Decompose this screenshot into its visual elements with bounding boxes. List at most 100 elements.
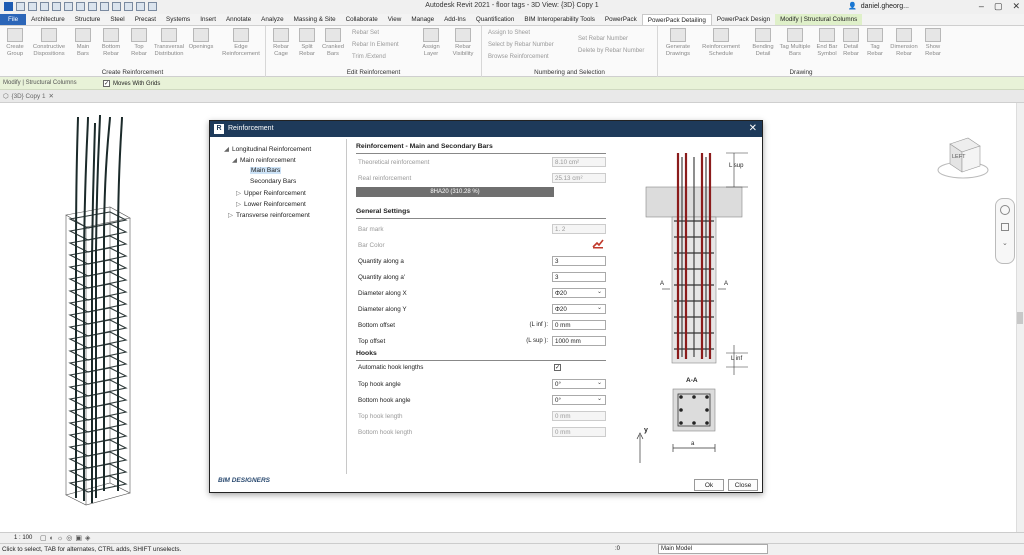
tree-secondary-bars[interactable]: Secondary Bars (250, 178, 296, 185)
assign-to-sheet-button[interactable]: Assign to Sheet (488, 30, 530, 36)
steering-wheel-icon[interactable] (1000, 205, 1010, 215)
close-button[interactable]: Close (728, 479, 758, 491)
dimension-rebar-icon (896, 28, 912, 42)
tab-precast[interactable]: Precast (130, 14, 161, 25)
moves-with-grids-checkbox[interactable]: ✓ (103, 80, 110, 87)
tab-modify-structural-columns[interactable]: Modify | Structural Columns (775, 14, 863, 25)
tab-powerpack-detailing[interactable]: PowerPack Detailing (641, 14, 712, 25)
bar-color-picker-icon[interactable] (592, 239, 604, 249)
tree-main-reinforcement[interactable]: ◢ Main reinforcement (232, 156, 296, 164)
tab-steel[interactable]: Steel (105, 14, 129, 25)
tree-main-bars[interactable]: Main Bars (250, 167, 282, 174)
edge-reinforcement-button[interactable]: Edge Reinforcement (220, 28, 262, 57)
browse-reinforcement-button[interactable]: Browse Reinforcement (488, 54, 549, 60)
tab-architecture[interactable]: Architecture (26, 14, 70, 25)
main-bars-button[interactable]: Main Bars (70, 28, 96, 57)
rebar-cage-button[interactable]: Rebar Cage (268, 28, 294, 57)
view-cube[interactable]: LEFT (936, 132, 990, 182)
close-window-button[interactable]: ✕ (1012, 1, 1020, 12)
tab-view[interactable]: View (383, 14, 407, 25)
quantity-along-a-input[interactable]: 3 (552, 256, 606, 266)
tree-expand-icon[interactable]: ◢ (232, 157, 237, 164)
view-tab-strip: ⬡ {3D} Copy 1 ✕ (0, 90, 1024, 103)
ribbon-group-label: Edit Reinforcement (346, 69, 401, 76)
end-bar-symbol-button[interactable]: End Bar Symbol (814, 28, 840, 57)
rebar-visibility-button[interactable]: Rebar Visibility (450, 28, 476, 57)
bottom-rebar-button[interactable]: Bottom Rebar (98, 28, 124, 57)
delete-by-rebar-number-button[interactable]: Delete by Rebar Number (578, 48, 644, 54)
title-bar: Autodesk Revit 2021 - floor tags - 3D Vi… (0, 0, 1024, 14)
top-hook-angle-select[interactable]: 0° (552, 379, 606, 389)
active-model-select[interactable]: Main Model (658, 544, 768, 554)
detail-rebar-button[interactable]: Detail Rebar (838, 28, 864, 57)
rebar-set-button[interactable]: Rebar Set (352, 30, 379, 36)
tree-expand-icon[interactable]: ◢ (224, 146, 229, 153)
bottom-hook-angle-select[interactable]: 0° (552, 395, 606, 405)
tree-expand-icon[interactable]: ▷ (236, 201, 241, 208)
transversal-distribution-button[interactable]: Transversal Distribution (152, 28, 186, 57)
section-bar-dot (679, 408, 683, 412)
tab-insert[interactable]: Insert (195, 14, 221, 25)
tab-powerpack[interactable]: PowerPack (600, 14, 642, 25)
view-tab-3d-copy-1[interactable]: ⬡ {3D} Copy 1 ✕ (3, 93, 54, 100)
bending-detail-button[interactable]: Bending Detail (750, 28, 776, 57)
tab-file[interactable]: File (0, 14, 27, 25)
tree-expand-icon[interactable]: ▷ (236, 190, 241, 197)
top-offset-input[interactable]: 1000 mm (552, 336, 606, 346)
create-group-button[interactable]: Create Group (2, 28, 28, 57)
zoom-dropdown-icon[interactable]: ⌄ (1002, 239, 1008, 247)
tab-massing-site[interactable]: Massing & Site (289, 14, 341, 25)
top-hook-length-field: 0 mm (552, 411, 606, 421)
tab-manage[interactable]: Manage (406, 14, 439, 25)
openings-button[interactable]: Openings (188, 28, 214, 51)
tab-collaborate[interactable]: Collaborate (341, 14, 383, 25)
tab-quantification[interactable]: Quantification (471, 14, 520, 25)
rebar-in-element-button[interactable]: Rebar In Element (352, 42, 399, 48)
set-rebar-number-button[interactable]: Set Rebar Number (578, 36, 628, 42)
moves-with-grids-option[interactable]: ✓ Moves With Grids (103, 80, 160, 87)
tree-expand-icon[interactable]: ▷ (228, 212, 233, 219)
tab-bim-interoperability[interactable]: BIM Interoperability Tools (519, 14, 600, 25)
minimize-button[interactable]: – (979, 1, 984, 12)
tab-add-ins[interactable]: Add-Ins (439, 14, 471, 25)
bottom-offset-input[interactable]: 0 mm (552, 320, 606, 330)
tree-transverse-reinforcement[interactable]: ▷ Transverse reinforcement (228, 211, 310, 219)
tag-rebar-button[interactable]: Tag Rebar (862, 28, 888, 57)
generate-drawings-icon (670, 28, 686, 42)
dimension-rebar-button[interactable]: Dimension Rebar (888, 28, 920, 57)
close-view-tab-icon[interactable]: ✕ (48, 93, 53, 100)
reinforcement-schedule-button[interactable]: Reinforcement Schedule (700, 28, 742, 57)
select-by-rebar-number-button[interactable]: Select by Rebar Number (488, 42, 554, 48)
diameter-along-x-select[interactable]: Φ20 (552, 288, 606, 298)
tag-multiple-bars-button[interactable]: Tag Multiple Bars (778, 28, 812, 57)
ok-button[interactable]: Ok (694, 479, 724, 491)
show-rebar-button[interactable]: Show Rebar (920, 28, 946, 57)
zoom-icon[interactable] (1001, 223, 1009, 231)
diameter-along-y-select[interactable]: Φ20 (552, 304, 606, 314)
view-control-icons[interactable]: ▢◐☼◎▣◈ (40, 534, 93, 542)
trim-extend-button[interactable]: Trim /Extend (352, 54, 386, 60)
user-area[interactable]: 👤 daniel.gheorg... (848, 2, 909, 11)
automatic-hook-lengths-checkbox[interactable]: ✓ (554, 364, 561, 371)
tab-powerpack-design[interactable]: PowerPack Design (712, 14, 775, 25)
split-rebar-button[interactable]: Split Rebar (294, 28, 320, 57)
tree-upper-reinforcement[interactable]: ▷ Upper Reinforcement (236, 189, 306, 197)
dialog-close-icon[interactable]: ✕ (749, 123, 757, 134)
constructive-dispositions-button[interactable]: Constructive Dispositions (32, 28, 66, 57)
assign-layer-button[interactable]: Assign Layer (418, 28, 444, 57)
tab-annotate[interactable]: Annotate (221, 14, 256, 25)
tab-structure[interactable]: Structure (70, 14, 106, 25)
section-bar-dot (705, 421, 709, 425)
tab-analyze[interactable]: Analyze (256, 14, 288, 25)
tab-systems[interactable]: Systems (161, 14, 195, 25)
maximize-button[interactable]: ▢ (994, 1, 1003, 12)
scrollbar-thumb[interactable] (1017, 312, 1023, 324)
tree-longitudinal-reinforcement[interactable]: ◢ Longitudinal Reinforcement (224, 145, 311, 153)
3d-view-icon: ⬡ (3, 93, 9, 100)
tree-lower-reinforcement[interactable]: ▷ Lower Reinforcement (236, 200, 306, 208)
view-scale[interactable]: 1 : 100 (14, 535, 32, 541)
quantity-along-a-prime-input[interactable]: 3 (552, 272, 606, 282)
cranked-bars-button[interactable]: Cranked Bars (320, 28, 346, 57)
top-rebar-button[interactable]: Top Rebar (126, 28, 152, 57)
generate-drawings-button[interactable]: Generate Drawings (662, 28, 694, 57)
